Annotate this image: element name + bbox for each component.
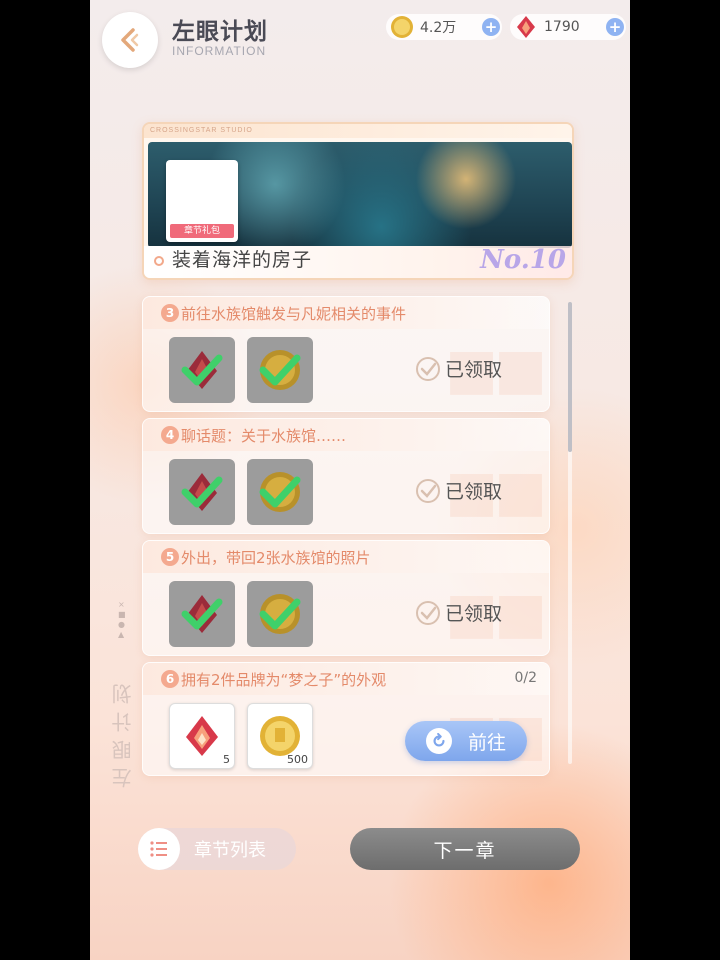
go-button-label: 前往 — [467, 731, 506, 754]
task-item: 5 外出，带回2张水族馆的照片 ■■ 已领取 — [142, 540, 550, 656]
gem-reward[interactable] — [169, 459, 235, 525]
reward-quantity: 5 — [223, 753, 230, 766]
task-list-scrollbar[interactable] — [568, 302, 572, 764]
task-item: 4 聊话题：关于水族馆…… ■■ 已领取 — [142, 418, 550, 534]
gold-coin-icon — [391, 16, 413, 38]
reward-quantity: 500 — [287, 753, 308, 766]
check-icon — [259, 354, 301, 386]
chapter-gift-label: 章节礼包 — [170, 224, 234, 238]
next-chapter-button[interactable]: 下一章 — [350, 828, 580, 870]
task-header: 5 外出，带回2张水族馆的照片 — [143, 541, 549, 573]
next-chapter-label: 下一章 — [433, 839, 497, 862]
claimed-label: 已领取 — [445, 603, 503, 625]
check-icon — [181, 476, 223, 508]
chapter-illustration: 章节礼包 — [148, 142, 572, 248]
add-gold-button[interactable]: + — [482, 18, 500, 36]
gold-reward[interactable] — [247, 581, 313, 647]
back-arrow-icon — [121, 28, 139, 52]
task-number: 6 — [161, 670, 179, 688]
task-title: 外出，带回2张水族馆的照片 — [181, 548, 371, 567]
red-crystal-icon — [517, 16, 535, 38]
title-dot-icon — [154, 256, 164, 266]
list-icon — [138, 828, 180, 870]
check-icon — [259, 476, 301, 508]
claimed-status: 已领取 — [415, 477, 502, 504]
gem-currency: 1790 + — [510, 14, 626, 40]
task-header: 3 前往水族馆触发与凡妮相关的事件 — [143, 297, 549, 329]
refresh-arrow-icon — [425, 728, 452, 754]
claimed-check-icon — [416, 600, 440, 625]
decorative-dots: × ■ ● ▲ — [118, 600, 126, 639]
page-subtitle: INFORMATION — [172, 44, 267, 58]
task-title: 前往水族馆触发与凡妮相关的事件 — [181, 304, 407, 323]
chapter-title: 装着海洋的房子 — [172, 249, 313, 271]
gem-reward[interactable]: 5 — [169, 703, 235, 769]
claimed-check-icon — [416, 478, 440, 503]
chapter-number: No.10 — [480, 245, 566, 275]
page-title: 左眼计划 — [172, 19, 268, 45]
gold-currency: 4.2万 + — [386, 14, 502, 40]
check-icon — [259, 598, 301, 630]
claimed-check-icon — [416, 356, 440, 381]
side-title: 左眼计划 — [111, 676, 135, 788]
task-number: 3 — [161, 304, 179, 322]
chapter-gift-card[interactable]: 章节礼包 — [166, 160, 238, 242]
task-progress: 0/2 — [514, 670, 537, 686]
task-header: 4 聊话题：关于水族馆…… — [143, 419, 549, 451]
task-number: 5 — [161, 548, 179, 566]
chapter-list-button[interactable]: 章节列表 — [138, 828, 296, 870]
task-item: 6 拥有2件品牌为“梦之子”的外观 0/2 5 500 ■■ 前往 — [142, 662, 550, 776]
gem-amount: 1790 — [544, 19, 580, 35]
app-screen: 左眼计划 INFORMATION 4.2万 + 1790 + CROSSINGS… — [90, 0, 630, 960]
studio-label: CROSSINGSTAR STUDIO — [144, 124, 572, 138]
claimed-label: 已领取 — [445, 481, 503, 503]
add-gem-button[interactable]: + — [606, 18, 624, 36]
claimed-label: 已领取 — [445, 359, 503, 381]
gem-reward[interactable] — [169, 581, 235, 647]
back-button[interactable] — [102, 12, 158, 68]
check-icon — [181, 598, 223, 630]
gem-reward[interactable] — [169, 337, 235, 403]
gold-reward[interactable]: 500 — [247, 703, 313, 769]
red-crystal-icon — [186, 716, 218, 756]
banner-title-bar: 装着海洋的房子 No.10 — [144, 245, 572, 278]
task-header: 6 拥有2件品牌为“梦之子”的外观 — [143, 663, 549, 695]
task-title: 拥有2件品牌为“梦之子”的外观 — [181, 670, 387, 689]
gold-amount: 4.2万 — [420, 20, 457, 36]
chapter-list-label: 章节列表 — [194, 840, 266, 861]
scrollbar-thumb[interactable] — [568, 302, 572, 452]
task-title: 聊话题：关于水族馆…… — [181, 426, 347, 445]
go-button[interactable]: 前往 — [405, 721, 527, 761]
chapter-banner: CROSSINGSTAR STUDIO 章节礼包 装着海洋的房子 No.10 — [142, 122, 574, 280]
check-icon — [181, 354, 223, 386]
task-item: 3 前往水族馆触发与凡妮相关的事件 ■■ 已领取 — [142, 296, 550, 412]
gold-reward[interactable] — [247, 337, 313, 403]
claimed-status: 已领取 — [415, 599, 502, 626]
claimed-status: 已领取 — [415, 355, 502, 382]
gold-reward[interactable] — [247, 459, 313, 525]
task-number: 4 — [161, 426, 179, 444]
